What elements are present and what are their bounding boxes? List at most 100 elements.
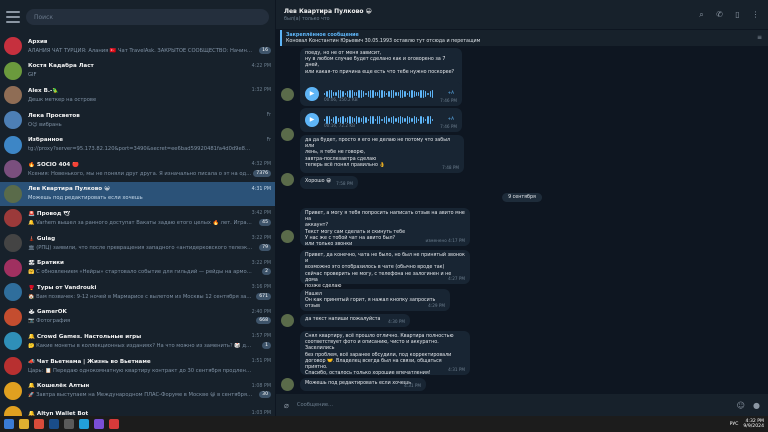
chat-list-item[interactable]: 🔔 Altyn Wallet Bot 1:03 PM	[0, 403, 275, 416]
clock[interactable]: 4:32 PM 9/9/2024	[743, 419, 764, 430]
chat-time: 4:31 PM	[251, 186, 271, 192]
chat-list-item[interactable]: Избранное Fr tg://proxy?server=95.173.82.1…	[0, 132, 275, 157]
language-indicator[interactable]: РУС	[730, 422, 739, 427]
message-bubble[interactable]: Хорошо 😀 7:58 PM	[300, 176, 358, 189]
voice-meta: 00:16, 72.2 KB	[324, 122, 356, 128]
windows-start-icon[interactable]	[4, 419, 14, 429]
emoji-icon[interactable]: ☺	[737, 401, 745, 410]
voice-message[interactable]: ▶ +A 00:16, 72.2 KB 7:46 PM	[300, 108, 462, 132]
file-explorer-icon[interactable]	[19, 419, 29, 429]
chat-preview: Ксения: Новенького, мы не поняли друг др…	[28, 170, 253, 177]
chat-list-item[interactable]: 🔔 Кошелёк Алтын 1:08 PM 🚀 Завтра выступаем…	[0, 378, 275, 403]
chat-preview: О😉 вибрань	[28, 121, 62, 128]
chat-list-item[interactable]: 🚨 Провод 🕊 3:42 PM 🔔 Varhem вышел за ранно…	[0, 206, 275, 231]
app-icon[interactable]	[109, 419, 119, 429]
transcribe-badge[interactable]: +A	[448, 116, 454, 122]
waveform-bar	[344, 117, 346, 123]
chat-preview: Можешь под редактировать если хочешь	[28, 195, 143, 202]
chat-name: Избранное	[28, 137, 63, 144]
avatar[interactable]	[281, 173, 294, 186]
avatar[interactable]	[281, 378, 294, 391]
play-icon[interactable]: ▶	[305, 113, 319, 127]
chat-list-item[interactable]: Лека Просветов Fr О😉 вибрань	[0, 108, 275, 133]
chat-name: Alex B.-🦜	[28, 87, 60, 94]
voice-message[interactable]: ▶ +A 00:06, 150.2 KB 7:46 PM	[300, 82, 462, 106]
waveform-bar	[365, 116, 367, 124]
chat-list-item[interactable]: 🔥 SOCIO 404 🔴 4:32 PM Ксения: Новенького, …	[0, 157, 275, 182]
waveform-bar	[388, 90, 390, 98]
chat-title: Лев Квартира Пулково 😀	[284, 7, 372, 15]
play-icon[interactable]: ▶	[305, 87, 319, 101]
waveform-bar	[395, 92, 397, 96]
waveform-bar	[381, 118, 383, 122]
telegram-window: Поиск Архив АЛАНИЯ ЧАТ ТУРЦИЯ: Алания 🇹🇷 …	[0, 0, 768, 416]
app-icon[interactable]	[64, 419, 74, 429]
avatar	[4, 406, 22, 416]
chat-time: 3:22 PM	[251, 236, 271, 242]
steam-icon[interactable]	[49, 419, 59, 429]
browser-icon[interactable]	[34, 419, 44, 429]
chat-list-item[interactable]: Лев Квартира Пулково 😀 4:31 PM Можешь под …	[0, 181, 275, 207]
message-bubble[interactable]: Привет, а могу я тебя попросить написать…	[300, 208, 470, 247]
search-icon[interactable]: ⌕	[697, 10, 706, 19]
avatar[interactable]	[281, 88, 294, 101]
message-time: 4:31 PM	[404, 382, 421, 388]
system-tray: РУС 4:32 PM 9/9/2024	[730, 419, 764, 430]
attach-icon[interactable]: ⌀	[284, 401, 289, 410]
waveform-bar	[418, 118, 420, 122]
waveform-bar	[397, 117, 399, 123]
chat-list-item[interactable]: 🗼 Gulag 3:22 PM 🏛 (РПЦ) заявили, что после…	[0, 231, 275, 256]
message-text: договор 🤝. Владелец всегда был на связи,…	[305, 358, 442, 371]
message-bubble[interactable]: да да будет, просто я его не делаю не по…	[300, 135, 464, 173]
waveform-bar	[333, 92, 335, 96]
chat-list-item[interactable]: Alex B.-🦜 1:32 PM Дешк меткер на острове	[0, 83, 275, 108]
chat-list-item[interactable]: 🥊 Туры от Vandrouki 3:16 PM 🏠 Вам позвачек…	[0, 280, 275, 305]
pin-list-icon[interactable]: ≡	[757, 34, 762, 41]
waveform-bar	[360, 118, 363, 122]
chat-list-item[interactable]: Костя Кадабра Ласт 4:22 PM GIF	[0, 59, 275, 84]
message-bubble[interactable]: Снял квартиру, всё прошло отлично. Кварт…	[300, 331, 470, 376]
telegram-taskbar-icon[interactable]	[79, 419, 89, 429]
message-time: 4:29 PM	[428, 302, 445, 308]
chat-list-item[interactable]: 🏖 Братики 3:22 PM 🤗 С обновлением «Нейры» …	[0, 255, 275, 280]
more-options-icon[interactable]: ⋮	[751, 10, 760, 19]
unread-badge: 668	[256, 317, 271, 325]
voice-meta: 00:06, 150.2 KB	[324, 96, 358, 102]
phone-icon[interactable]: ✆	[715, 10, 724, 19]
message-input[interactable]: Сообщение...	[297, 402, 729, 408]
waveform-bar	[399, 90, 402, 98]
waveform-bar	[390, 90, 392, 98]
microphone-icon[interactable]: ●	[753, 401, 760, 410]
chat-name: 🔔 Crowd Games. Настольные игры	[28, 333, 142, 340]
avatar[interactable]	[281, 314, 294, 327]
avatar	[4, 111, 22, 130]
chat-list-item[interactable]: Архив АЛАНИЯ ЧАТ ТУРЦИЯ: Алания 🇹🇷 Чат Tr…	[0, 34, 275, 59]
transcribe-badge[interactable]: +A	[448, 90, 454, 96]
avatar[interactable]	[281, 128, 294, 141]
search-input[interactable]: Поиск	[26, 9, 269, 25]
chat-list-item[interactable]: 🕹 GamerOK 2:40 PM 📷 Фотография 668	[0, 305, 275, 330]
pinned-text: Коновал Константин Юрьевич 30.05.1993 ос…	[286, 38, 481, 44]
chat-header-info[interactable]: Лев Квартира Пулково 😀 был(а) только что	[284, 8, 697, 22]
taskbar: РУС 4:32 PM 9/9/2024	[0, 416, 768, 432]
pinned-message-bar[interactable]: Закреплённое сообщение Коновал Константи…	[280, 30, 768, 46]
unread-badge: 671	[256, 292, 271, 300]
sidebar-toggle-icon[interactable]: ▯	[733, 10, 742, 19]
waveform-bar	[427, 92, 429, 96]
message-bubble[interactable]: да текст напиши пожалуйста 4:30 PM	[300, 314, 410, 327]
chat-name: 🔥 SOCIO 404 🔴	[28, 161, 80, 168]
avatar	[4, 283, 22, 302]
chat-list-item[interactable]: 📣 Чат Вьетнама | Жизнь во Вьетнаме 1:51 P…	[0, 354, 275, 379]
message-bubble[interactable]: Нашел Он как принятый горит, я нажал кно…	[300, 289, 450, 311]
chat-preview: 📷 Фотография	[28, 318, 71, 325]
message-bubble[interactable]: Можешь под редактировать если хочешь 4:3…	[300, 378, 426, 391]
avatar	[4, 37, 22, 56]
chat-list-item[interactable]: 🔔 Crowd Games. Настольные игры 1:57 PM 🤔 К…	[0, 329, 275, 354]
waveform-bar	[381, 90, 383, 98]
avatar[interactable]	[281, 230, 294, 243]
message-bubble[interactable]: Привет, да конечно, чата не было, но был…	[300, 250, 470, 289]
chat-preview: tg://proxy?server=95.173.82.120&port=349…	[28, 146, 253, 153]
hamburger-menu-icon[interactable]	[6, 11, 20, 23]
waveform-bar	[418, 91, 420, 97]
app-icon[interactable]	[94, 419, 104, 429]
